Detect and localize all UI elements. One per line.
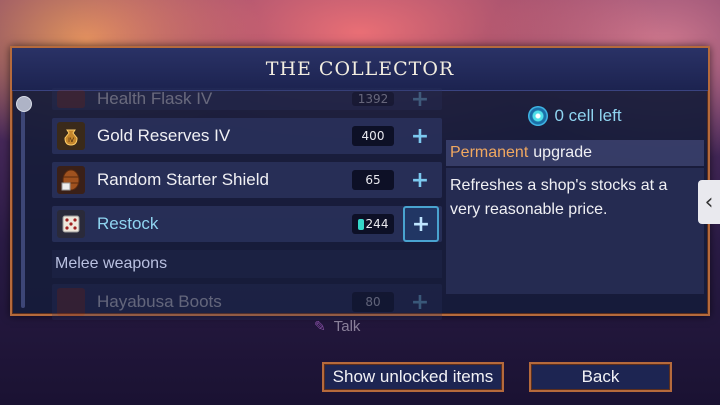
item-price: 400	[352, 126, 394, 146]
dice-icon	[57, 210, 85, 238]
list-item[interactable]: IV Gold Reserves IV 400 +	[52, 118, 442, 154]
buy-button[interactable]: +	[408, 87, 432, 112]
list-item[interactable]: Hayabusa Boots 80 +	[52, 284, 442, 320]
item-price: 1392	[352, 92, 394, 106]
show-unlocked-button[interactable]: Show unlocked items	[322, 362, 504, 392]
boots-icon	[57, 288, 85, 316]
gold-bag-icon: IV	[57, 122, 85, 150]
scrollbar-thumb[interactable]	[16, 96, 32, 112]
buy-button[interactable]: +	[408, 124, 432, 149]
list-item[interactable]: Health Flask IV 1392 +	[52, 87, 442, 112]
scrollbar-track[interactable]	[21, 100, 25, 308]
flask-icon	[57, 90, 85, 108]
list-item[interactable]: Random Starter Shield 65 +	[52, 162, 442, 198]
cell-icon	[357, 218, 364, 230]
item-price: 65	[352, 170, 394, 190]
back-button[interactable]: Back	[529, 362, 672, 392]
buy-button[interactable]: +	[403, 206, 439, 242]
buy-button[interactable]: +	[408, 290, 432, 315]
panel-title: THE COLLECTOR	[265, 58, 455, 80]
cells-left-text: 0 cell left	[554, 106, 622, 125]
title-bar: THE COLLECTOR	[12, 48, 708, 91]
talk-icon: ✎	[314, 318, 326, 334]
item-price-value: 244	[365, 217, 389, 231]
shield-barrel-icon	[57, 166, 85, 194]
talk-label: Talk	[333, 318, 361, 335]
category-header: Melee weapons	[52, 250, 442, 278]
detail-pane: 0 cell left Permanent upgrade Refreshes …	[446, 92, 704, 294]
upgrade-type: Permanent upgrade	[446, 140, 704, 166]
cell-icon	[528, 106, 549, 126]
buy-button[interactable]: +	[408, 168, 432, 193]
svg-text:IV: IV	[68, 137, 75, 144]
list-item-selected[interactable]: Restock 244 +	[52, 206, 442, 242]
cells-counter: 0 cell left	[446, 92, 704, 140]
item-list: Health Flask IV 1392 + IV Gold Reserves …	[52, 87, 442, 328]
talk-prompt[interactable]: ✎ Talk	[314, 318, 360, 335]
shop-panel: THE COLLECTOR Health Flask IV 1392 + IV …	[10, 46, 710, 320]
item-description: Refreshes a shop's stocks at a very reas…	[446, 168, 704, 294]
item-price: 80	[352, 292, 394, 312]
chevron-left-icon[interactable]: ‹	[698, 180, 720, 224]
upgrade-kind-suffix: upgrade	[533, 144, 592, 161]
upgrade-kind: Permanent	[450, 144, 529, 161]
item-price: 244	[352, 214, 394, 234]
